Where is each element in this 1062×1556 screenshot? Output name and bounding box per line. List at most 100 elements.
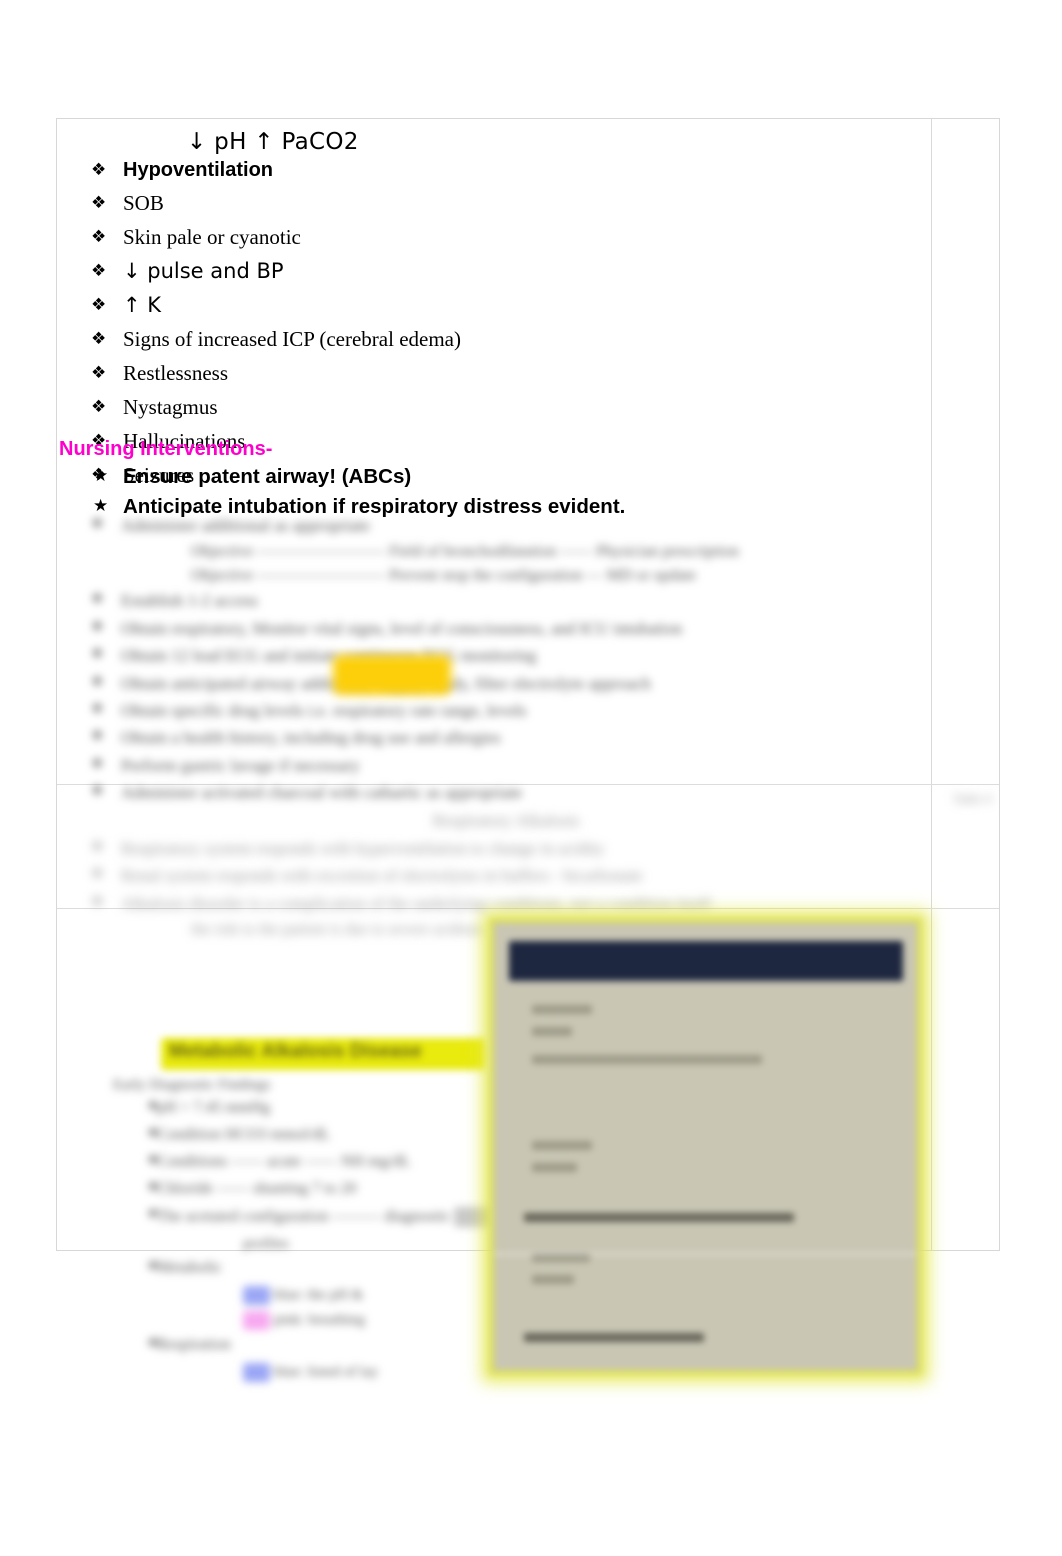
diamond-bullet-icon: ❖	[147, 1126, 159, 1141]
diamond-bullet-icon: ❖	[91, 839, 104, 855]
diamond-bullet-icon: ❖	[91, 362, 107, 383]
diamond-bullet-icon: ❖	[91, 866, 104, 883]
list-item-label: Restlessness	[123, 360, 228, 385]
list-item: ❖ pH > 7.45 mmHg	[113, 1099, 543, 1117]
list-item-label: Obtain a health history, including drug …	[121, 728, 501, 748]
list-item: ❖ The acetated configuration ——— diagnos…	[113, 1207, 543, 1227]
list-item-label: Metabolic	[157, 1259, 222, 1276]
blue-highlight-chip	[243, 1286, 270, 1305]
embedded-image-line	[532, 1163, 577, 1172]
list-item: ❖ Obtain a health history, including dru…	[91, 728, 921, 748]
list-item: ❖ Renal system responds with excretion o…	[91, 866, 921, 886]
header-ph-paco2: ↓ pH ↑ PaCO2	[187, 129, 359, 155]
list-item: ❖ Nystagmus	[91, 394, 911, 420]
list-item-label: Respiration	[157, 1336, 231, 1353]
embedded-image-line	[532, 1005, 592, 1014]
embedded-image-line	[532, 1141, 592, 1150]
list-item-label: Renal system responds with excretion of …	[121, 866, 643, 886]
list-item: ❖ SOB	[91, 190, 911, 216]
diamond-bullet-icon: ❖	[91, 591, 104, 608]
diamond-bullet-icon: ❖	[91, 783, 104, 800]
diamond-bullet-icon: ❖	[147, 1099, 159, 1114]
redacted-interventions-block: ❖ Administer additional as appropriate O…	[91, 516, 921, 811]
list-sub-item: Objective ———————— Field of bronchodilat…	[191, 543, 739, 561]
embedded-image-header-bar	[509, 941, 903, 981]
diamond-bullet-icon: ❖	[91, 160, 107, 180]
document-page: ↓ pH ↑ PaCO2 ❖ Hypoventilation ❖ SOB ❖ S…	[0, 0, 1062, 1556]
list-item-label: Administer additional as appropriate	[121, 516, 370, 535]
list-item-label: Conditions —— acute —— NH mg/dL	[157, 1153, 411, 1170]
diamond-bullet-icon: ❖	[91, 673, 104, 690]
list-item: ❖ Restlessness	[91, 360, 911, 386]
list-item-label: ↓ pulse and BP	[123, 258, 284, 283]
list-item: ❖ Condition HCO3 mmol/dL	[113, 1126, 543, 1144]
diamond-bullet-icon: ❖	[91, 192, 107, 213]
table-right-column-label: Table 4	[952, 791, 992, 806]
list-item: ❖ Skin pale or cyanotic	[91, 224, 911, 250]
list-item-label: Hypoventilation	[123, 159, 274, 181]
diamond-bullet-icon: ❖	[91, 516, 104, 532]
diamond-bullet-icon: ❖	[147, 1153, 159, 1168]
list-item-label: Obtain respiratory, Monitor vital signs,…	[121, 618, 683, 638]
diamond-bullet-icon: ❖	[91, 328, 107, 349]
diamond-bullet-icon: ❖	[91, 893, 104, 910]
list-item-label: The acetated configuration ——— diagnosti…	[157, 1208, 451, 1225]
diamond-bullet-icon: ❖	[91, 294, 107, 315]
list-item-label: Skin pale or cyanotic	[123, 224, 301, 249]
list-item: ❖ Metabolic	[113, 1259, 543, 1277]
list-item-label: pH > 7.45 mmHg	[157, 1099, 271, 1116]
embedded-image-line	[524, 1333, 704, 1342]
diamond-bullet-icon: ❖	[91, 755, 104, 772]
embedded-image-separator	[494, 1253, 917, 1255]
list-item: ❖ Signs of increased ICP (cerebral edema…	[91, 326, 911, 352]
list-item-label: SOB	[123, 190, 164, 215]
diamond-bullet-icon: ❖	[147, 1259, 159, 1274]
diamond-bullet-icon: ❖	[147, 1336, 159, 1351]
list-sub-label: pink: breathing	[273, 1312, 365, 1328]
diamond-bullet-icon: ❖	[91, 396, 107, 417]
diamond-bullet-icon: ❖	[91, 728, 104, 745]
embedded-image-line	[532, 1027, 572, 1036]
embedded-image-line	[532, 1055, 762, 1064]
diamond-bullet-icon: ❖	[91, 646, 104, 663]
list-sub-item: pink: breathing	[113, 1311, 543, 1330]
list-sub-item: profiles	[243, 1236, 289, 1252]
list-item-label: Administer activated charcoal with catha…	[121, 783, 523, 803]
redacted-block-heading: Early Diagnostic Findings	[113, 1077, 271, 1093]
list-item-label: Signs of increased ICP (cerebral edema)	[123, 326, 461, 351]
list-item-label: Respiratory system responds with hyperve…	[121, 839, 605, 858]
diamond-bullet-icon: ❖	[91, 618, 104, 635]
list-item: ❖ Respiration	[113, 1336, 543, 1354]
list-item: ❖ Administer additional as appropriate	[91, 516, 921, 536]
embedded-image-line	[524, 1213, 794, 1222]
list-item-label: Obtain 12 lead ECG and initiate continuo…	[121, 646, 537, 666]
list-item: ❖ Administer activated charcoal with cat…	[91, 783, 921, 803]
list-item: ❖ ↓ pulse and BP	[91, 258, 911, 284]
list-item-label: Obtain specific drug levels i.e. respira…	[121, 700, 527, 720]
list-item: ❖ Respiratory system responds with hyper…	[91, 839, 921, 859]
list-item: ❖ Obtain 12 lead ECG and initiate contin…	[91, 646, 921, 666]
diamond-bullet-icon: ❖	[91, 226, 107, 247]
list-item: ❖ Conditions —— acute —— NH mg/dL	[113, 1153, 543, 1171]
list-item-label: Anticipate intubation if respiratory dis…	[123, 494, 626, 518]
table-column-divider	[931, 119, 932, 1250]
list-item: ★ Anticipate intubation if respiratory d…	[91, 495, 891, 519]
blue-highlight-chip	[243, 1363, 270, 1382]
list-item-label: Perform gastric lavage if necessary	[121, 755, 360, 775]
star-bullet-icon: ★	[93, 495, 109, 516]
list-item: ❖ Perform gastric lavage if necessary	[91, 756, 921, 776]
list-item: ❖ Establish 1-2 access	[91, 591, 921, 611]
list-item-label: Chloride —— shunting 7 to 20	[157, 1180, 357, 1197]
list-item: ❖ Obtain respiratory, Monitor vital sign…	[91, 619, 921, 639]
list-item: ❖ Alkalosis disorder is a complication o…	[91, 894, 921, 914]
list-sub-label: blue: the pH &	[273, 1287, 364, 1303]
list-item: ❖ Obtain anticipated airway additional, …	[91, 674, 921, 694]
list-item-label: Condition HCO3 mmol/dL	[157, 1126, 331, 1143]
list-item-label: Nystagmus	[123, 394, 218, 419]
redacted-block-heading: Respiratory Alkalosis	[432, 811, 580, 830]
list-item: ★ Ensure patent airway! (ABCs)	[91, 465, 891, 489]
diamond-bullet-icon: ❖	[147, 1180, 159, 1195]
list-item: ❖ Obtain specific drug levels i.e. respi…	[91, 701, 921, 721]
list-item-label: Alkalosis disorder is a complication of …	[121, 893, 711, 913]
diamond-bullet-icon: ❖	[91, 700, 104, 717]
